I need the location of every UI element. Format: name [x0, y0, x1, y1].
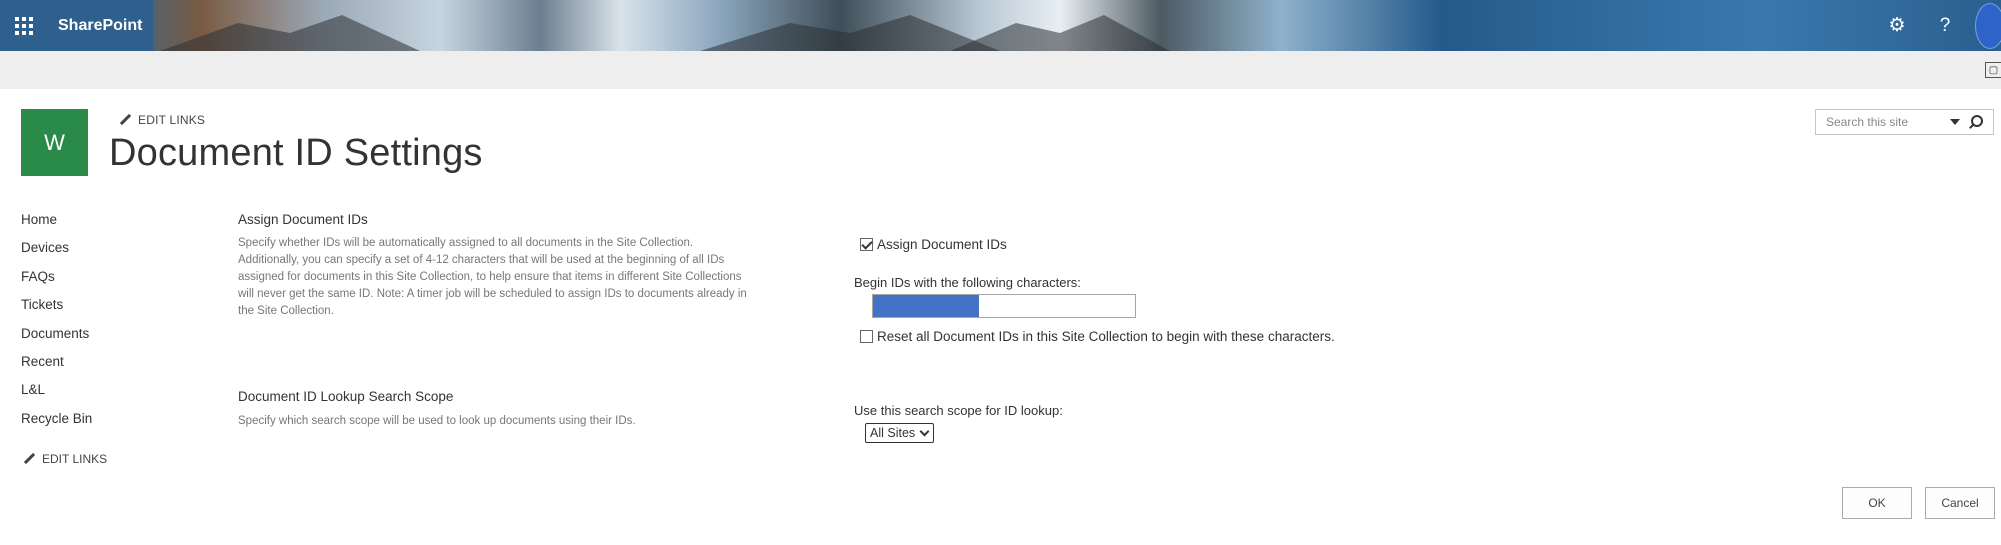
- search-scope-label: Use this search scope for ID lookup:: [854, 403, 1063, 418]
- edit-links-label: EDIT LINKS: [42, 452, 108, 466]
- nav-item-home[interactable]: Home: [21, 210, 161, 238]
- search-scope-select[interactable]: All Sites: [865, 423, 935, 443]
- lookup-section-description: Specify which search scope will be used …: [238, 415, 636, 427]
- begin-ids-label: Begin IDs with the following characters:: [854, 275, 1081, 290]
- nav-item-devices[interactable]: Devices: [21, 238, 161, 266]
- banner-mountain: [700, 15, 1000, 51]
- avatar[interactable]: [1975, 2, 2001, 49]
- help-icon: ?: [1939, 14, 1951, 36]
- lookup-section-title: Document ID Lookup Search Scope: [238, 389, 454, 404]
- assign-section-description: Specify whether IDs will be automaticall…: [238, 237, 747, 317]
- gear-icon: ⚙: [1888, 15, 1906, 36]
- edit-links-top[interactable]: EDIT LINKS: [120, 113, 205, 127]
- nav-item-faqs[interactable]: FAQs: [21, 267, 161, 295]
- search-icon[interactable]: [1964, 110, 1986, 134]
- quick-launch: Home Devices FAQs Tickets Documents Rece…: [21, 210, 161, 437]
- assign-ids-checkbox[interactable]: [860, 238, 873, 251]
- search-box: [1815, 109, 1994, 135]
- banner-mountain: [950, 15, 1170, 51]
- suite-bar-left: SharePoint: [0, 0, 153, 51]
- app-launcher-button[interactable]: [0, 0, 48, 51]
- site-logo[interactable]: W: [21, 109, 88, 176]
- focus-on-content-icon[interactable]: ▢: [1985, 62, 2001, 78]
- search-scope-value: All Sites: [870, 426, 916, 440]
- pencil-icon: [120, 114, 132, 126]
- suite-bar: SharePoint ⚙ ?: [0, 0, 2001, 51]
- ok-button[interactable]: OK: [1842, 487, 1912, 519]
- brand-link[interactable]: SharePoint: [48, 17, 142, 35]
- search-scope-dropdown-icon[interactable]: [1946, 110, 1964, 134]
- reset-ids-row: Reset all Document IDs in this Site Coll…: [860, 329, 1335, 344]
- search-input[interactable]: [1816, 110, 1946, 134]
- chevron-down-icon: [919, 426, 930, 436]
- cancel-button[interactable]: Cancel: [1925, 487, 1995, 519]
- prefix-text-selection: [873, 295, 979, 317]
- edit-links-label: EDIT LINKS: [138, 113, 206, 127]
- edit-links-nav[interactable]: EDIT LINKS: [24, 452, 107, 466]
- page-title: Document ID Settings: [109, 132, 483, 174]
- help-button[interactable]: ?: [1921, 0, 1969, 51]
- suite-bar-right: ⚙ ?: [1873, 0, 2001, 51]
- assign-section-title: Assign Document IDs: [238, 212, 368, 227]
- nav-item-documents[interactable]: Documents: [21, 324, 161, 352]
- assign-ids-label: Assign Document IDs: [877, 237, 1007, 252]
- nav-item-tickets[interactable]: Tickets: [21, 295, 161, 323]
- banner-mountain: [160, 15, 420, 51]
- waffle-icon: [15, 16, 33, 35]
- reset-ids-checkbox[interactable]: [860, 330, 873, 343]
- assign-ids-row: Assign Document IDs: [860, 237, 1007, 252]
- pencil-icon: [24, 453, 36, 465]
- reset-ids-label: Reset all Document IDs in this Site Coll…: [877, 329, 1335, 344]
- nav-item-ll[interactable]: L&L: [21, 380, 161, 408]
- nav-item-recycle-bin[interactable]: Recycle Bin: [21, 409, 161, 437]
- ribbon-bar: ▢: [0, 51, 2001, 89]
- settings-button[interactable]: ⚙: [1873, 0, 1921, 51]
- nav-item-recent[interactable]: Recent: [21, 352, 161, 380]
